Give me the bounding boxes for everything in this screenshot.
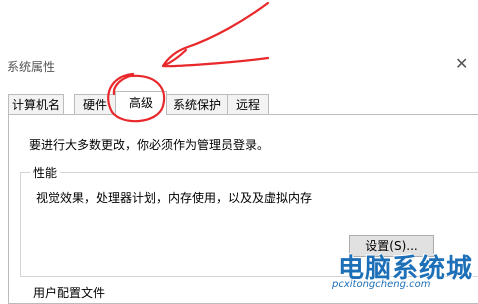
tab-strip: 计算机名 硬件 高级 系统保护 远程 — [8, 91, 478, 115]
tab-system-protection[interactable]: 系统保护 — [166, 94, 228, 114]
performance-description: 视觉效果，处理器计划，内存使用，以及及虚拟内存 — [36, 191, 313, 205]
user-profiles-group-title: 用户配置文件 — [30, 284, 109, 301]
admin-notice: 要进行大多数更改，你必须作为管理员登录。 — [29, 138, 270, 152]
performance-group-title: 性能 — [30, 164, 61, 181]
tab-computer-name[interactable]: 计算机名 — [8, 94, 64, 114]
close-icon[interactable]: ✕ — [455, 56, 468, 72]
tab-remote[interactable]: 远程 — [227, 94, 269, 114]
watermark-url: pcxitongcheng.com — [332, 279, 431, 290]
annotation-arrow-icon — [161, 1, 270, 68]
window-title: 系统属性 — [7, 60, 56, 74]
tab-advanced[interactable]: 高级 — [115, 91, 167, 115]
tab-hardware[interactable]: 硬件 — [74, 94, 116, 114]
